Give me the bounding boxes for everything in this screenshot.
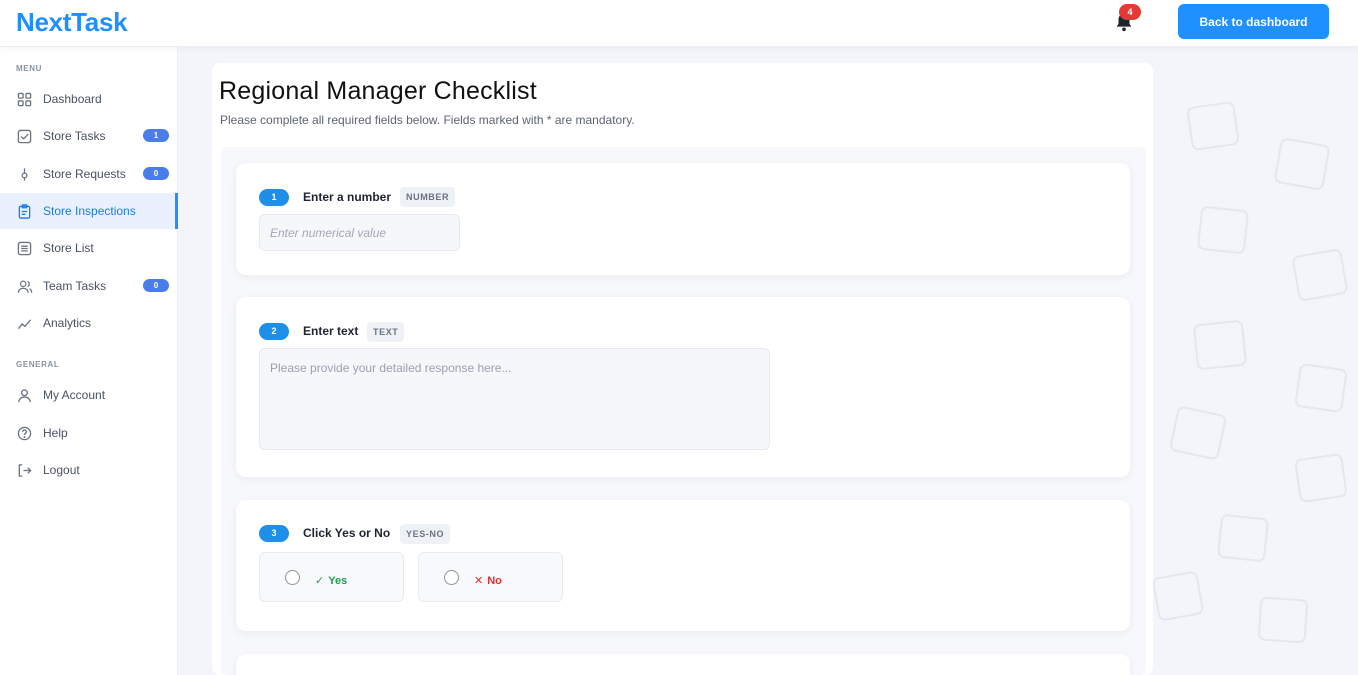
question-card-number: 1 Enter a number NUMBER [236,163,1130,275]
request-icon [16,166,33,183]
question-number-badge: 3 [259,525,289,542]
sidebar-item-store-tasks[interactable]: Store Tasks 1 [0,118,178,154]
sidebar-item-store-requests[interactable]: Store Requests 0 [0,156,178,192]
logout-icon [16,462,33,479]
sidebar-item-label: Store Tasks [43,129,106,143]
text-response-field[interactable] [259,348,770,450]
question-number-badge: 2 [259,323,289,340]
sidebar-item-team-tasks[interactable]: Team Tasks 0 [0,268,178,304]
page-title: Regional Manager Checklist [219,77,537,105]
question-label: Enter a number [303,190,392,204]
calendar-pattern-icon [1152,101,1348,644]
sidebar-item-label: Analytics [43,316,92,330]
cross-icon: ✕ [474,575,484,587]
question-label: Click Yes or No [303,526,391,540]
yes-option-label: ✓ Yes [315,575,348,587]
chart-line-icon [16,315,33,332]
question-label: Enter text [303,324,359,338]
no-option-label: ✕ No [474,575,502,587]
sidebar-item-store-inspections[interactable]: Store Inspections [0,193,178,229]
no-option[interactable]: ✕ No [418,552,563,602]
list-icon [16,240,33,257]
sidebar-item-analytics[interactable]: Analytics [0,305,178,341]
question-type-tag: YES-NO [400,524,451,544]
user-icon [16,387,33,404]
back-to-dashboard-button[interactable]: Back to dashboard [1178,4,1329,39]
check-icon: ✓ [315,575,325,587]
checkbox-icon [16,128,33,145]
help-icon [16,425,33,442]
question-number-badge: 1 [259,189,289,206]
count-badge: 1 [143,129,169,142]
dashboard-icon [16,91,33,108]
team-icon [16,278,33,295]
general-section-label: GENERAL [16,360,60,369]
count-badge: 0 [143,167,169,180]
sidebar-item-label: Help [43,426,68,440]
sidebar-item-my-account[interactable]: My Account [0,377,178,413]
question-type-tag: NUMBER [400,187,456,207]
question-card-partial [236,654,1130,675]
question-card-text: 2 Enter text TEXT [236,297,1130,477]
sidebar: MENU Dashboard Store Tasks 1 Store Reque… [0,47,178,675]
sidebar-item-label: Store Inspections [43,204,136,218]
sidebar-item-store-list[interactable]: Store List [0,230,178,266]
sidebar-item-label: Logout [43,463,80,477]
count-badge: 0 [143,279,169,292]
clipboard-icon [16,203,33,220]
number-input[interactable] [259,214,460,251]
app-logo[interactable]: NextTask [16,7,128,38]
no-radio[interactable] [444,570,459,585]
question-type-tag: TEXT [367,322,405,342]
yes-radio[interactable] [285,570,300,585]
question-card-yes-no: 3 Click Yes or No YES-NO ✓ Yes ✕ No [236,500,1130,631]
sidebar-item-label: Team Tasks [43,279,107,293]
sidebar-item-label: My Account [43,388,106,402]
background-pattern [1152,47,1358,675]
page-subtitle: Please complete all required fields belo… [220,113,635,127]
sidebar-item-dashboard[interactable]: Dashboard [0,81,178,117]
notification-count-badge: 4 [1119,4,1141,20]
sidebar-item-logout[interactable]: Logout [0,452,178,488]
sidebar-item-label: Store Requests [43,167,126,181]
yes-option[interactable]: ✓ Yes [259,552,404,602]
sidebar-item-label: Dashboard [43,92,102,106]
sidebar-item-label: Store List [43,241,94,255]
sidebar-item-help[interactable]: Help [0,415,178,451]
top-bar: NextTask 4 Back to dashboard [0,0,1358,47]
menu-section-label: MENU [16,64,42,73]
